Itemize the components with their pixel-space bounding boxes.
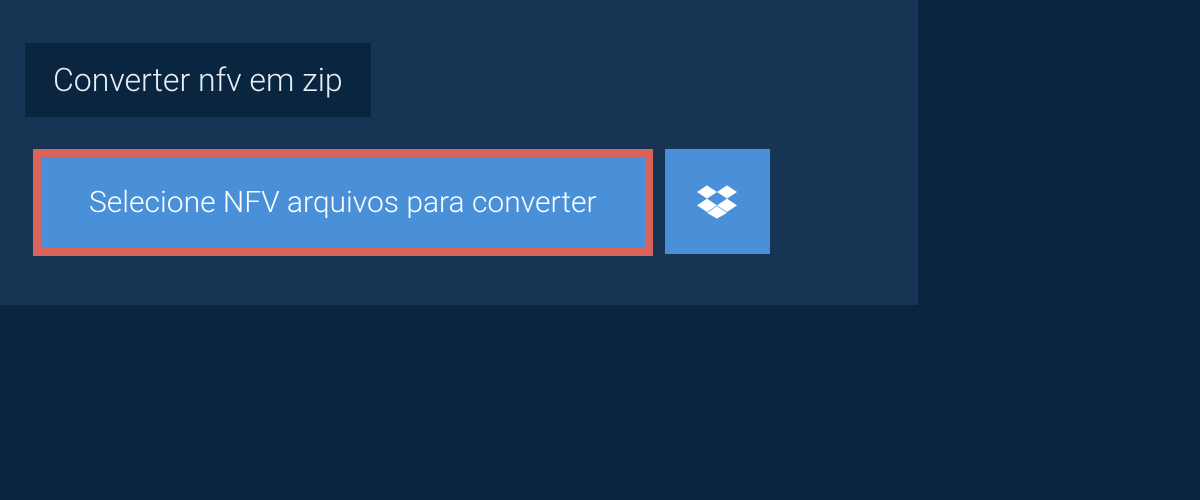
dropbox-icon <box>697 182 737 222</box>
tab-title: Converter nfv em zip <box>53 61 343 99</box>
dropbox-button[interactable] <box>665 149 770 254</box>
converter-tab[interactable]: Converter nfv em zip <box>25 43 371 117</box>
select-files-button[interactable]: Selecione NFV arquivos para converter <box>33 149 653 256</box>
action-button-row: Selecione NFV arquivos para converter <box>33 149 770 256</box>
converter-panel: Converter nfv em zip Selecione NFV arqui… <box>0 0 918 305</box>
select-files-label: Selecione NFV arquivos para converter <box>89 185 597 220</box>
